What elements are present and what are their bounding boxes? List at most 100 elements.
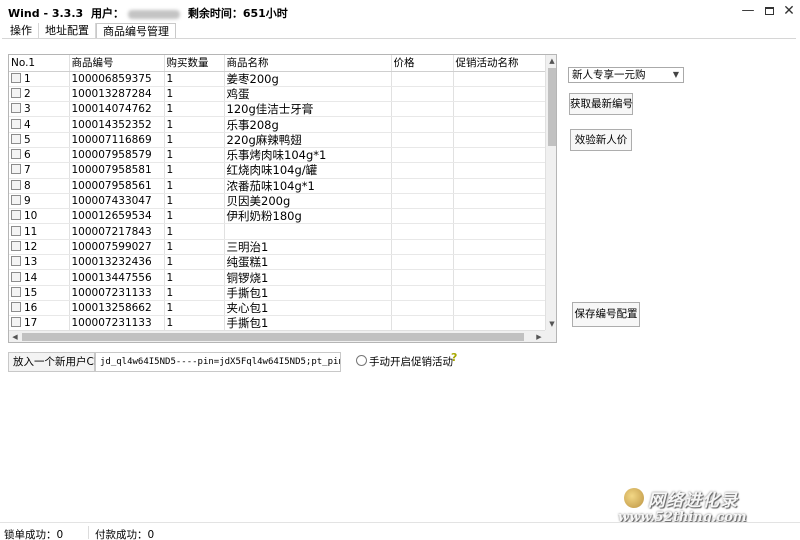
price-cell[interactable] (391, 162, 454, 179)
table-row[interactable]: 17 100007231133 1 手撕包1 (9, 315, 546, 332)
sku-cell[interactable]: 100012659534 (69, 208, 165, 225)
quantity-cell[interactable]: 1 (164, 254, 225, 271)
product-name-cell[interactable]: 姜枣200g (224, 71, 392, 87)
quantity-cell[interactable]: 1 (164, 147, 225, 164)
product-name-cell[interactable]: 三明治1 (224, 239, 392, 256)
row-checkbox[interactable] (11, 240, 21, 251)
quantity-cell[interactable]: 1 (164, 315, 225, 332)
save-sku-config-button[interactable]: 保存编号配置 (572, 302, 640, 327)
price-cell[interactable] (391, 147, 454, 164)
quantity-cell[interactable]: 1 (164, 162, 225, 179)
table-row[interactable]: 1 100006859375 1 姜枣200g (9, 71, 546, 87)
sku-cell[interactable]: 100007231133 (69, 315, 165, 332)
product-name-cell[interactable] (224, 223, 392, 240)
column-header-name[interactable]: 商品名称 (224, 55, 392, 72)
row-checkbox[interactable] (11, 286, 21, 297)
row-checkbox[interactable] (11, 164, 21, 175)
promo-name-cell[interactable] (453, 239, 546, 256)
sku-cell[interactable]: 100007217843 (69, 223, 165, 240)
row-checkbox[interactable] (11, 133, 21, 144)
sku-cell[interactable]: 100006859375 (69, 71, 165, 87)
table-row[interactable]: 2 100013287284 1 鸡蛋 (9, 86, 546, 103)
close-button[interactable]: ✕ (780, 2, 798, 20)
product-name-cell[interactable]: 浓番茄味104g*1 (224, 178, 392, 194)
row-number-cell[interactable]: 2 (9, 86, 70, 103)
promo-name-cell[interactable] (453, 101, 546, 118)
table-row[interactable]: 7 100007958581 1 红烧肉味104g/罐 (9, 162, 546, 179)
row-number-cell[interactable]: 3 (9, 101, 70, 118)
row-number-cell[interactable]: 7 (9, 162, 70, 179)
quantity-cell[interactable]: 1 (164, 86, 225, 103)
price-cell[interactable] (391, 86, 454, 103)
sku-cell[interactable]: 100007958561 (69, 178, 165, 194)
row-number-cell[interactable]: 16 (9, 300, 70, 317)
promo-name-cell[interactable] (453, 71, 546, 87)
promo-name-cell[interactable] (453, 132, 546, 148)
row-checkbox[interactable] (11, 210, 21, 221)
sku-cell[interactable]: 100014352352 (69, 116, 165, 133)
quantity-cell[interactable]: 1 (164, 193, 225, 210)
manual-promo-label[interactable]: 手动开启促销活动 (369, 354, 453, 369)
row-checkbox[interactable] (11, 195, 21, 206)
promo-name-cell[interactable] (453, 269, 546, 286)
sku-cell[interactable]: 100007116869 (69, 132, 165, 148)
row-checkbox[interactable] (11, 256, 21, 267)
horizontal-scrollbar[interactable]: ◀ ▶ (9, 330, 545, 342)
price-cell[interactable] (391, 101, 454, 118)
quantity-cell[interactable]: 1 (164, 71, 225, 87)
quantity-cell[interactable]: 1 (164, 178, 225, 194)
sku-cell[interactable]: 100013232436 (69, 254, 165, 271)
sku-cell[interactable]: 100013287284 (69, 86, 165, 103)
row-number-cell[interactable]: 14 (9, 269, 70, 286)
table-row[interactable]: 16 100013258662 1 夹心包1 (9, 300, 546, 317)
table-row[interactable]: 9 100007433047 1 贝因美200g (9, 193, 546, 210)
row-number-cell[interactable]: 15 (9, 285, 70, 301)
product-name-cell[interactable]: 鸡蛋 (224, 86, 392, 103)
table-row[interactable]: 8 100007958561 1 浓番茄味104g*1 (9, 178, 546, 194)
scroll-up-icon[interactable]: ▲ (546, 55, 556, 67)
price-cell[interactable] (391, 300, 454, 317)
product-name-cell[interactable]: 纯蛋糕1 (224, 254, 392, 271)
row-checkbox[interactable] (11, 271, 21, 282)
table-row[interactable]: 3 100014074762 1 120g佳洁士牙膏 (9, 101, 546, 118)
row-number-cell[interactable]: 9 (9, 193, 70, 210)
product-name-cell[interactable]: 铜锣烧1 (224, 269, 392, 286)
price-cell[interactable] (391, 178, 454, 194)
column-header-no[interactable]: No.1 (9, 55, 70, 72)
sku-cell[interactable]: 100013258662 (69, 300, 165, 317)
fetch-latest-sku-button[interactable]: 获取最新编号 (569, 93, 633, 115)
tab-address-config[interactable]: 地址配置 (39, 23, 96, 39)
promo-name-cell[interactable] (453, 162, 546, 179)
price-cell[interactable] (391, 285, 454, 301)
row-checkbox[interactable] (11, 179, 21, 190)
column-header-sku[interactable]: 商品编号 (69, 55, 165, 72)
row-number-cell[interactable]: 1 (9, 71, 70, 87)
product-name-cell[interactable]: 伊利奶粉180g (224, 208, 392, 225)
chevron-down-icon[interactable]: ▼ (669, 68, 683, 82)
quantity-cell[interactable]: 1 (164, 223, 225, 240)
price-cell[interactable] (391, 208, 454, 225)
promo-name-cell[interactable] (453, 86, 546, 103)
row-checkbox[interactable] (11, 103, 21, 114)
table-row[interactable]: 10 100012659534 1 伊利奶粉180g (9, 208, 546, 225)
product-name-cell[interactable]: 红烧肉味104g/罐 (224, 162, 392, 179)
column-header-price[interactable]: 价格 (391, 55, 454, 72)
row-checkbox[interactable] (11, 72, 21, 83)
product-name-cell[interactable]: 乐事烤肉味104g*1 (224, 147, 392, 164)
horizontal-scroll-thumb[interactable] (22, 333, 524, 341)
product-name-cell[interactable]: 手撕包1 (224, 315, 392, 332)
promo-name-cell[interactable] (453, 315, 546, 332)
row-number-cell[interactable]: 4 (9, 116, 70, 133)
validate-newuser-price-button[interactable]: 效验新人价 (570, 129, 632, 151)
row-checkbox[interactable] (11, 302, 21, 313)
table-row[interactable]: 6 100007958579 1 乐事烤肉味104g*1 (9, 147, 546, 164)
quantity-cell[interactable]: 1 (164, 101, 225, 118)
column-header-promo[interactable]: 促销活动名称 (453, 55, 546, 72)
row-number-cell[interactable]: 8 (9, 178, 70, 194)
price-cell[interactable] (391, 254, 454, 271)
price-cell[interactable] (391, 193, 454, 210)
row-checkbox[interactable] (11, 87, 21, 98)
help-icon[interactable]: ? (451, 351, 457, 364)
product-name-cell[interactable]: 乐事208g (224, 116, 392, 133)
tab-operations[interactable]: 操作 (4, 23, 39, 39)
